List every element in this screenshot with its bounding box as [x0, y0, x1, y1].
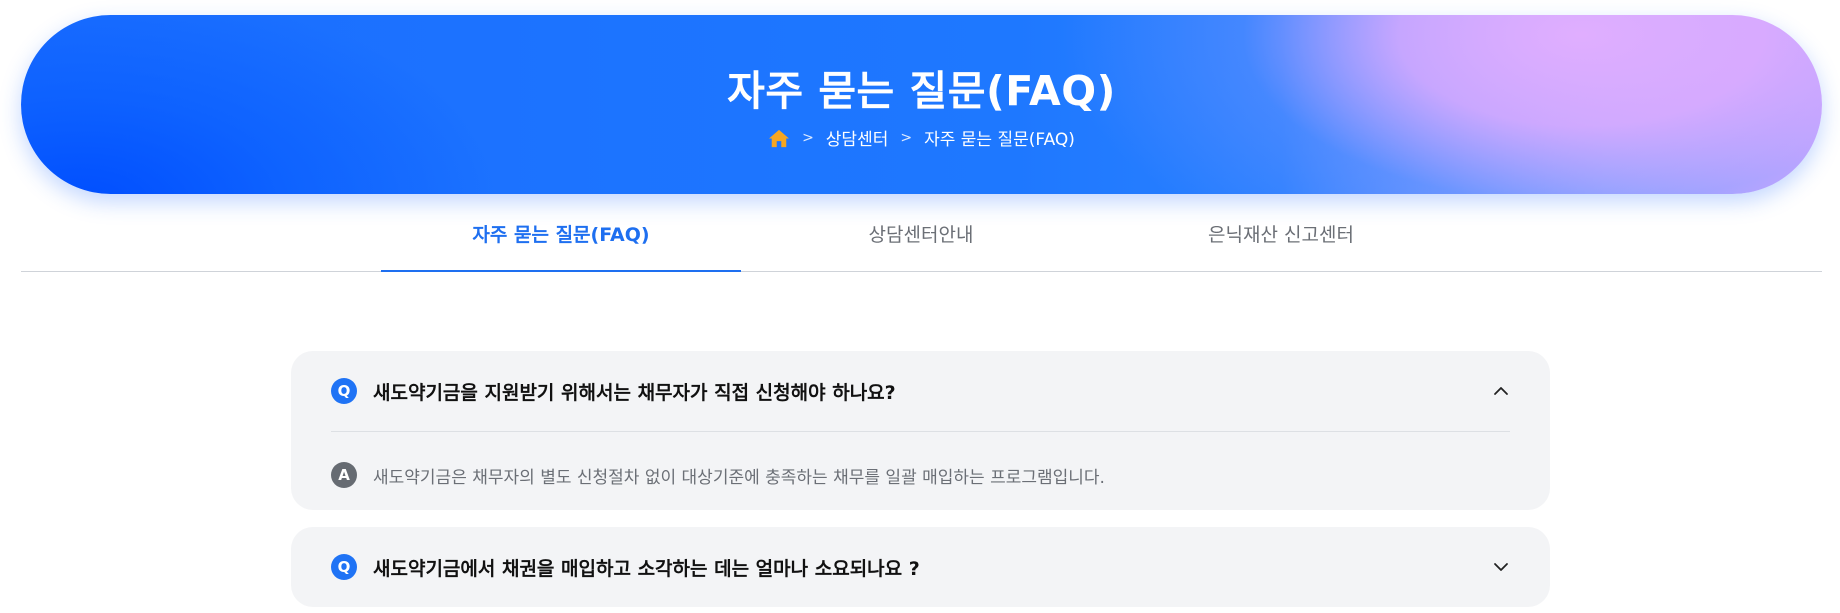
- faq-divider: [331, 431, 1510, 432]
- breadcrumb-separator: >: [802, 129, 814, 146]
- breadcrumb-item-faq: 자주 묻는 질문(FAQ): [924, 130, 1075, 150]
- chevron-down-icon[interactable]: [1492, 558, 1510, 576]
- question-badge: Q: [331, 554, 357, 580]
- breadcrumb-separator: >: [900, 129, 913, 146]
- faq-answer: A 새도약기금은 채무자의 별도 신청절차 없이 대상기준에 충족하는 채무를 …: [331, 459, 1510, 491]
- chevron-up-icon[interactable]: [1492, 382, 1510, 400]
- faq-question: 새도약기금을 지원받기 위해서는 채무자가 직접 신청해야 하나요?: [373, 381, 896, 404]
- faq-question: 새도약기금에서 채권을 매입하고 소각하는 데는 얼마나 소요되나요 ?: [373, 557, 920, 580]
- faq-item: Q 새도약기금에서 채권을 매입하고 소각하는 데는 얼마나 소요되나요 ?: [291, 527, 1550, 607]
- page-title: 자주 묻는 질문(FAQ): [727, 67, 1116, 115]
- page-header-banner: 자주 묻는 질문(FAQ) > 상담센터 > 자주 묻는 질문(FAQ): [21, 15, 1822, 194]
- breadcrumb-item-consulting-center[interactable]: 상담센터: [826, 125, 889, 150]
- faq-item: Q 새도약기금을 지원받기 위해서는 채무자가 직접 신청해야 하나요? A 새…: [291, 351, 1550, 510]
- breadcrumb: > 상담센터 > 자주 묻는 질문(FAQ): [21, 125, 1822, 150]
- faq-question-toggle[interactable]: Q 새도약기금을 지원받기 위해서는 채무자가 직접 신청해야 하나요?: [331, 351, 1510, 431]
- answer-badge: A: [331, 462, 357, 488]
- tab-hidden-asset-report-center[interactable]: 은닉재산 신고센터: [1101, 195, 1461, 271]
- faq-question-toggle[interactable]: Q 새도약기금에서 채권을 매입하고 소각하는 데는 얼마나 소요되나요 ?: [331, 527, 1510, 607]
- tab-faq[interactable]: 자주 묻는 질문(FAQ): [381, 195, 741, 272]
- faq-answer-text: 새도약기금은 채무자의 별도 신청절차 없이 대상기준에 충족하는 채무를 일괄…: [373, 467, 1105, 488]
- question-badge: Q: [331, 378, 357, 404]
- home-icon[interactable]: [768, 128, 790, 148]
- sub-navigation-tabs: 자주 묻는 질문(FAQ) 상담센터안내 은닉재산 신고센터: [21, 195, 1822, 272]
- tab-consulting-center-info[interactable]: 상담센터안내: [741, 195, 1101, 271]
